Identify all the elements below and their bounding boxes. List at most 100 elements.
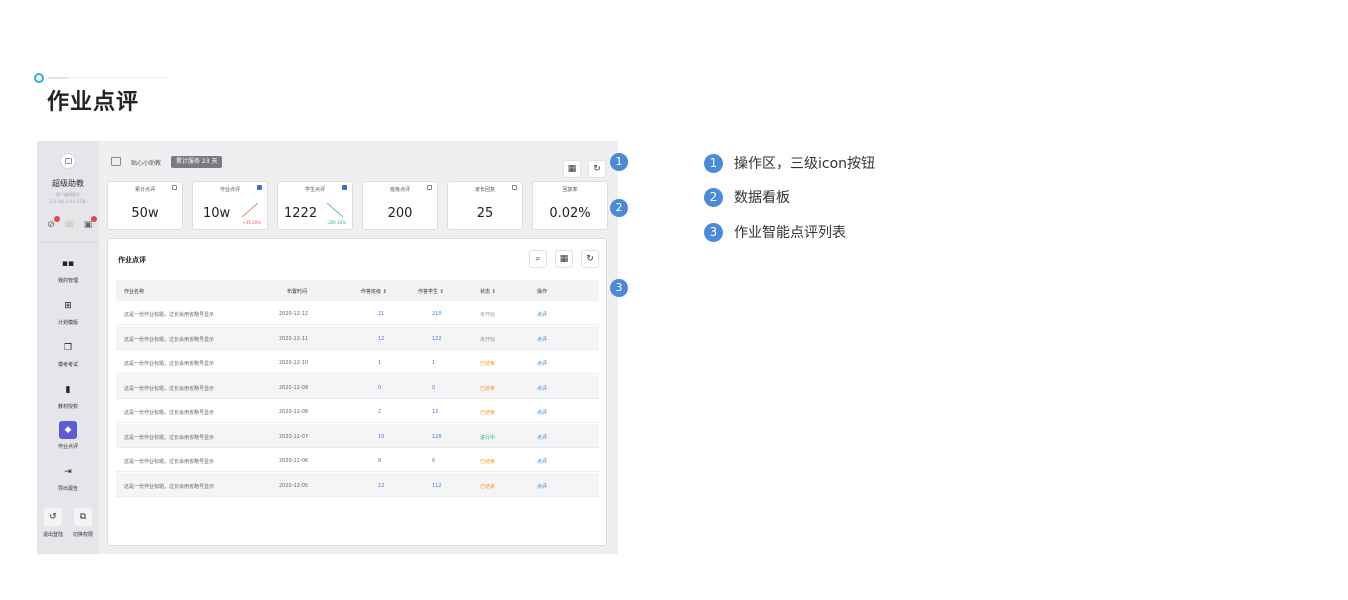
legend-number: 2 bbox=[704, 187, 723, 207]
copy-icon: ❐ bbox=[63, 343, 73, 353]
review-link[interactable]: 点评 bbox=[537, 483, 547, 490]
card-label: 班级点评 bbox=[389, 187, 410, 193]
user-sub: 客户编辑备号 bbox=[56, 192, 80, 197]
search-button[interactable]: ⌕ bbox=[529, 250, 547, 268]
calendar-icon[interactable] bbox=[172, 185, 177, 190]
card-value: 25 bbox=[476, 206, 494, 221]
answered-classes: 1 bbox=[378, 360, 382, 366]
answered-students: 1 bbox=[432, 360, 436, 366]
assigned-date: 2020-12-05 bbox=[279, 482, 309, 489]
refresh-icon: ↻ bbox=[586, 254, 594, 264]
table-row: 这是一份作业标题，过长会用省略号显示 2020-12-11 12 122 未开始 点评 bbox=[116, 325, 599, 350]
assistant-name: 贴心小助教 bbox=[131, 160, 162, 167]
callout-marker-1: 1 bbox=[610, 153, 628, 171]
calendar-icon: ▦ bbox=[559, 254, 569, 264]
assigned-date: 2020-12-12 bbox=[279, 311, 309, 317]
legend-item: 3 作业智能点评列表 bbox=[704, 222, 846, 242]
avatar[interactable] bbox=[60, 153, 76, 169]
calendar-icon: ▦ bbox=[567, 164, 577, 174]
card-delta: -200 20% bbox=[326, 220, 346, 225]
table-icon: ⊞ bbox=[64, 301, 72, 311]
status-badge: 已结束 bbox=[480, 385, 496, 392]
assigned-date: 2020-12-10 bbox=[279, 360, 309, 366]
calendar-icon[interactable] bbox=[257, 185, 262, 190]
image-icon bbox=[111, 157, 121, 166]
stat-card-parent-replies: 家长回复 25 bbox=[447, 181, 523, 230]
answered-students: 12 bbox=[432, 409, 439, 415]
export-icon: ⇥ bbox=[64, 467, 72, 477]
calendar-button[interactable]: ▦ bbox=[555, 250, 573, 268]
notification-icon[interactable]: ⊘ bbox=[45, 216, 60, 230]
answered-students: 210 bbox=[432, 311, 442, 317]
page-title: 作业点评 bbox=[47, 90, 140, 115]
calendar-icon[interactable] bbox=[427, 185, 432, 190]
nav-label: 导出报告 bbox=[57, 486, 78, 492]
message-icon[interactable]: ▣ bbox=[82, 216, 97, 230]
stat-card-student-reviews: 学生点评 1222 -200 20% bbox=[277, 181, 353, 230]
chat-icon[interactable]: ☏ bbox=[63, 220, 75, 230]
status-badge: 已结束 bbox=[480, 459, 496, 465]
legend-item: 1 操作区，三级icon按钮 bbox=[704, 153, 875, 173]
stat-card-reply-rate: 回复率 0.02% bbox=[532, 181, 608, 230]
user-name: 超级助教 bbox=[52, 179, 84, 188]
card-label: 作业点评 bbox=[219, 187, 240, 193]
review-link[interactable]: 点评 bbox=[537, 360, 547, 367]
column-header-sortable[interactable]: 作答学生 ⇕ bbox=[418, 288, 444, 295]
column-header-sortable[interactable]: 状态 ⇕ bbox=[480, 288, 496, 295]
calendar-button[interactable]: ▦ bbox=[563, 160, 581, 178]
homework-name: 这是一份作业标题，过长会用省略号显示 bbox=[124, 361, 215, 367]
calendar-icon[interactable] bbox=[512, 185, 517, 190]
table-row: 这是一份作业标题，过长会用省略号显示 2020-12-06 8 6 已结束 点评 bbox=[116, 448, 599, 472]
nav-item-plan-template[interactable]: ⊞ 计划模版 bbox=[37, 297, 99, 337]
answered-classes: 2 bbox=[378, 409, 382, 415]
table-row: 这是一份作业标题，过长会用省略号显示 2020-12-09 0 0 已结束 点评 bbox=[116, 374, 599, 399]
homework-name: 这是一份作业标题，过长会用省略号显示 bbox=[124, 336, 215, 343]
card-label: 学生点评 bbox=[304, 187, 325, 193]
column-header-sortable[interactable]: 作答班级 ⇕ bbox=[361, 288, 387, 295]
review-link[interactable]: 点评 bbox=[537, 336, 547, 343]
trend-up-icon bbox=[241, 202, 259, 218]
nav-item-mock-exam[interactable]: ❐ 模考考试 bbox=[37, 339, 99, 379]
assigned-date: 2020-12-06 bbox=[279, 458, 309, 464]
answered-classes: 12 bbox=[378, 482, 385, 489]
card-value: 0.02% bbox=[549, 206, 591, 221]
review-link[interactable]: 点评 bbox=[537, 458, 547, 465]
grid-icon: ▪▪ bbox=[61, 259, 75, 269]
callout-marker-3: 3 bbox=[610, 279, 628, 297]
homework-review-panel: 作业点评 ⌕ ▦ ↻ 作业名称 布置时间 作答班级 ⇕ 作答学生 ⇕ 状态 ⇕ … bbox=[107, 238, 607, 546]
status-badge: 未开始 bbox=[480, 336, 496, 343]
card-label: 累计点评 bbox=[134, 187, 155, 193]
answered-students: 0 bbox=[432, 384, 436, 391]
review-link[interactable]: 点评 bbox=[537, 311, 547, 318]
nav-item-textbook[interactable]: ▮ 教材授权 bbox=[37, 381, 99, 421]
calendar-icon[interactable] bbox=[342, 185, 347, 190]
table-row: 这是一份作业标题，过长会用省略号显示 2020-12-05 12 112 已结束 点评 bbox=[116, 472, 599, 497]
eraser-icon: ◆ bbox=[59, 421, 77, 439]
book-icon: ▮ bbox=[65, 385, 71, 395]
logout-icon[interactable]: ↺ bbox=[44, 508, 62, 526]
divider bbox=[37, 242, 99, 243]
refresh-icon: ↻ bbox=[593, 164, 601, 174]
card-label: 家长回复 bbox=[474, 187, 495, 193]
review-link[interactable]: 点评 bbox=[537, 409, 547, 416]
logout-button[interactable]: 退出登陆 bbox=[38, 531, 68, 538]
switch-icon[interactable]: ⧉ bbox=[74, 508, 92, 526]
callout-marker-2: 2 bbox=[610, 199, 628, 217]
answered-students: 6 bbox=[432, 458, 436, 464]
answered-classes: 21 bbox=[378, 311, 385, 317]
card-delta: +35 20% bbox=[242, 220, 261, 225]
nav-item-homework-review[interactable]: ◆ 作业点评 bbox=[37, 421, 99, 461]
refresh-button[interactable]: ↻ bbox=[588, 160, 606, 178]
app-mockup: 超级助教 客户编辑备号 2.0.0版 2.0.0 11款 ⊘ ☏ ▣ ▪▪ 我的… bbox=[37, 141, 618, 554]
refresh-button[interactable]: ↻ bbox=[581, 250, 599, 268]
switch-role-button[interactable]: 切换权限 bbox=[68, 531, 98, 538]
assigned-date: 2020-12-07 bbox=[279, 433, 309, 440]
nav-item-management[interactable]: ▪▪ 我的管理 bbox=[37, 255, 99, 295]
nav-item-export-report[interactable]: ⇥ 导出报告 bbox=[37, 463, 99, 503]
table-row: 这是一份作业标题，过长会用省略号显示 2020-12-08 2 12 已结束 点评 bbox=[116, 399, 599, 423]
review-link[interactable]: 点评 bbox=[537, 385, 547, 392]
assigned-date: 2020-12-11 bbox=[279, 335, 309, 342]
review-link[interactable]: 点评 bbox=[537, 434, 547, 441]
legend-text: 数据看板 bbox=[734, 190, 790, 206]
service-days-badge: 累计服务 23 天 bbox=[171, 156, 223, 168]
